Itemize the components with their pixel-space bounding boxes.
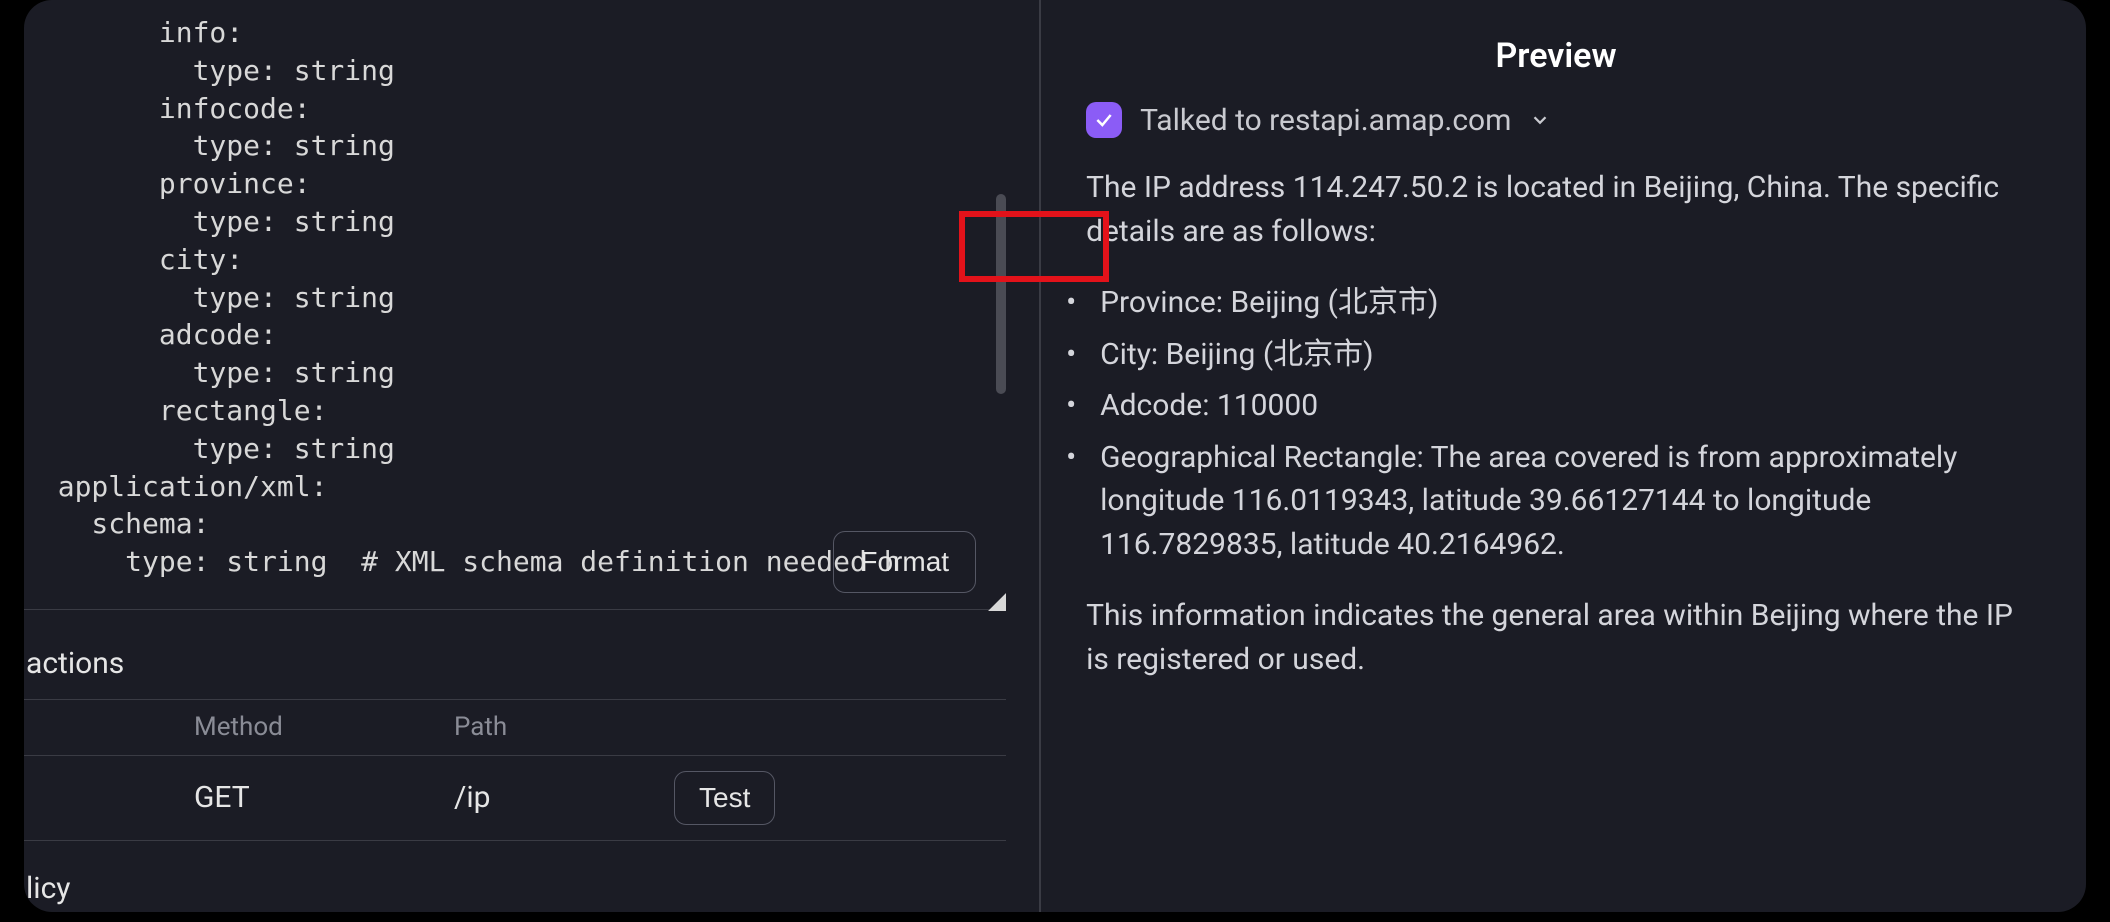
chevron-down-icon [1529,109,1551,131]
list-item: City: Beijing (北京市) [1086,333,2026,377]
actions-table: Method Path GET /ip Test [24,699,1006,841]
policy-heading: licy [26,871,1006,906]
detail-list: Province: Beijing (北京市) City: Beijing (北… [1086,281,2026,566]
method-cell: GET [194,780,454,815]
preview-content: Talked to restapi.amap.com The IP addres… [1086,102,2026,709]
footer-text: This information indicates the general a… [1086,594,2026,681]
actions-table-header: Method Path [24,700,1006,756]
actions-section: actions Method Path GET /ip Test [24,610,1024,851]
format-button[interactable]: Format [833,531,976,593]
pane-divider[interactable] [1024,0,1056,912]
code-content[interactable]: info: type: string infocode: type: strin… [24,14,1006,581]
col-path: Path [454,712,674,742]
intro-text: The IP address 114.247.50.2 is located i… [1086,166,2026,253]
tool-call-label: Talked to restapi.amap.com [1140,103,1511,138]
preview-title: Preview [1086,36,2026,76]
vertical-scrollbar[interactable] [996,194,1006,394]
actions-heading: actions [26,646,1006,681]
path-cell: /ip [454,780,674,815]
policy-section: licy [24,851,1024,912]
app-window: info: type: string infocode: type: strin… [24,0,2086,912]
list-item: Province: Beijing (北京市) [1086,281,2026,325]
check-icon [1086,102,1122,138]
schema-editor-pane: info: type: string infocode: type: strin… [24,0,1024,912]
list-item: Adcode: 110000 [1086,384,2026,428]
preview-pane: Preview Talked to restapi.amap.com The I… [1056,0,2086,912]
test-button[interactable]: Test [674,771,775,825]
col-method: Method [194,712,454,742]
tool-call-status[interactable]: Talked to restapi.amap.com [1086,102,2026,138]
resize-handle[interactable] [988,593,1006,611]
code-editor[interactable]: info: type: string infocode: type: strin… [24,14,1006,610]
table-row: GET /ip Test [24,756,1006,840]
list-item: Geographical Rectangle: The area covered… [1086,436,2026,567]
